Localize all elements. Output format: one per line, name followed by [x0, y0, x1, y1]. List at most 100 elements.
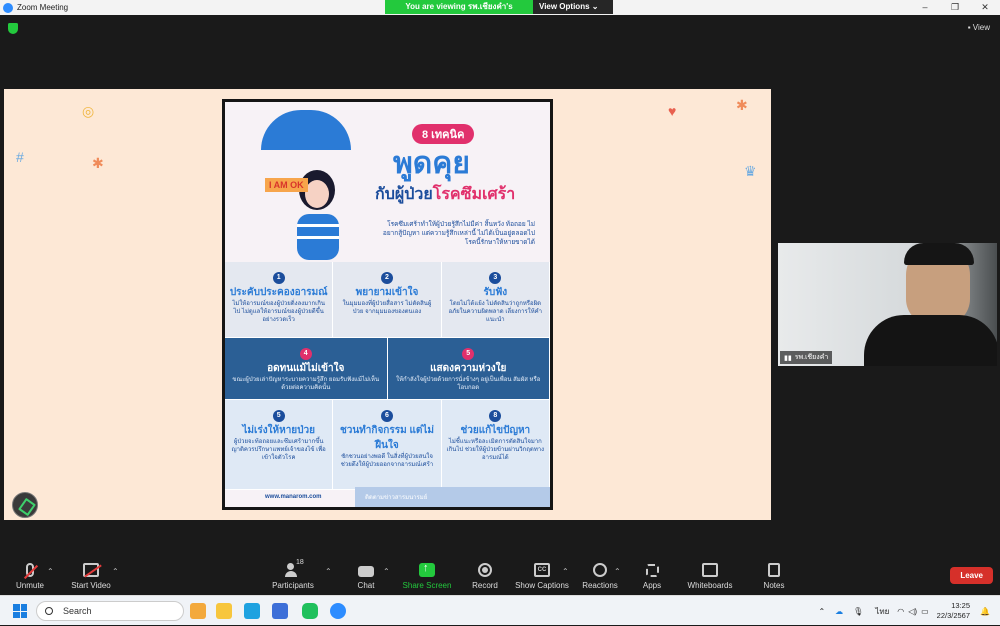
- view-options-button[interactable]: View Options ⌄: [533, 0, 613, 14]
- language-indicator[interactable]: ไทย: [875, 605, 889, 618]
- swirl-icon: ◎: [82, 103, 95, 119]
- record-button[interactable]: Record: [471, 555, 499, 595]
- battery-icon[interactable]: ▭: [921, 607, 929, 616]
- reactions-button[interactable]: Reactions: [582, 555, 618, 595]
- tip-heading: พยายามเข้าใจ: [355, 287, 419, 298]
- reactions-label: Reactions: [582, 581, 618, 590]
- view-button[interactable]: ▪ View: [968, 23, 990, 32]
- annotate-pencil-button[interactable]: [12, 492, 38, 518]
- participant-video[interactable]: ▮▮ รพ.เชียงคำ: [778, 243, 997, 366]
- unmute-button[interactable]: Unmute: [14, 555, 46, 595]
- start-video-button[interactable]: Start Video: [68, 555, 114, 595]
- subtitle-pink: โรคซึมเศร้า: [432, 186, 516, 203]
- tip-card: 1 ประคับประคองอารมณ์ ไม่ให้อารมณ์ของผู้ป่ว…: [225, 262, 334, 338]
- star-icon: ✱: [736, 97, 748, 113]
- tip-card: 2 พยายามเข้าใจในมุมมองที่ผู้ป่วยสื่อสาร ไ…: [333, 262, 442, 338]
- poster-intro: โรคซึมเศร้าทำให้ผู้ป่วยรู้สึกไม่มีค่า สิ…: [382, 221, 535, 246]
- whiteboard-icon: [702, 563, 718, 577]
- whiteboards-button[interactable]: Whiteboards: [686, 555, 734, 595]
- tray-chevron-icon[interactable]: ⌃: [818, 607, 825, 616]
- wifi-icon[interactable]: ◠: [897, 607, 904, 616]
- viewing-banner: You are viewing รพ.เชียงคำ's screen View…: [385, 0, 613, 25]
- notification-bell-icon[interactable]: 🔔: [980, 607, 990, 616]
- apps-button[interactable]: Apps: [640, 555, 664, 595]
- signal-bars-icon: ▮▮: [784, 354, 792, 362]
- restore-button[interactable]: ❐: [940, 0, 970, 15]
- tip-number: 1: [272, 272, 285, 284]
- tip-number: 2: [380, 272, 393, 284]
- windows-taskbar: Search ⌃ ☁ 🎙 ไทย ◠ ◁) ▭ 13:25 22/3/2567 …: [0, 595, 1000, 625]
- tips-row: 5 ไม่เร่งให้หายป่วยผู้ป่วยจะท้อถอยและซึมเ…: [225, 400, 550, 490]
- chat-icon: [358, 566, 374, 577]
- security-shield-icon[interactable]: [8, 23, 18, 34]
- copilot-icon[interactable]: [190, 603, 206, 619]
- minimize-button[interactable]: –: [910, 0, 940, 15]
- notes-icon: [768, 563, 780, 577]
- participant-name: รพ.เชียงคำ: [794, 354, 829, 361]
- tip-number: 5: [272, 410, 285, 422]
- captions-caret-icon[interactable]: ⌃: [562, 567, 569, 576]
- record-label: Record: [472, 581, 498, 590]
- chat-button[interactable]: Chat: [352, 555, 380, 595]
- poster-website: www.manarom.com: [265, 494, 322, 500]
- show-captions-button[interactable]: CC Show Captions: [515, 555, 569, 595]
- tip-number: 4: [299, 348, 312, 360]
- system-tray: ⌃ ☁ 🎙 ไทย ◠ ◁) ▭ 13:25 22/3/2567 🔔: [818, 596, 990, 626]
- meeting-topbar: ▪ View: [0, 15, 1000, 43]
- participants-label: Participants: [272, 581, 314, 590]
- microphone-icon[interactable]: 🎙: [853, 607, 863, 616]
- whiteboards-label: Whiteboards: [687, 581, 733, 590]
- window-controls: – ❐ ✕: [910, 0, 1000, 15]
- windows-start-icon[interactable]: [13, 604, 27, 618]
- captions-cc-icon: CC: [534, 563, 550, 577]
- zoom-taskbar-icon[interactable]: [330, 603, 346, 619]
- chat-label: Chat: [357, 581, 375, 590]
- tip-card: 5 แสดงความห่วงใย ให้กำลังใจผู้ป่วยด้วยการน…: [387, 338, 550, 400]
- poster-title: พูดคุย: [393, 147, 470, 180]
- tip-number: 6: [380, 410, 393, 422]
- video-options-caret-icon[interactable]: ⌃: [112, 567, 119, 576]
- unmute-label: Unmute: [15, 581, 44, 590]
- tip-heading: ช่วยแก้ไขปัญหา: [460, 425, 531, 436]
- tips-grid: 1 ประคับประคองอารมณ์ ไม่ให้อารมณ์ของผู้ป่ว…: [225, 262, 550, 490]
- chat-caret-icon[interactable]: ⌃: [383, 567, 390, 576]
- taskbar-clock[interactable]: 13:25 22/3/2567: [937, 601, 970, 621]
- poster: I AM OK 8 เทคนิค พูดคุย กับผู้ป่วยโรคซึม…: [222, 99, 553, 510]
- participants-button[interactable]: 18 Participants: [270, 555, 316, 595]
- taskbar-search[interactable]: Search: [36, 601, 184, 621]
- tip-body: ผู้ป่วยจะท้อถอยและซึมเศร้ามากขึ้น ญาติคว…: [231, 439, 326, 461]
- apps-label: Apps: [642, 581, 662, 590]
- notes-button[interactable]: Notes: [762, 555, 786, 595]
- viewing-text: You are viewing รพ.เชียงคำ's screen: [385, 0, 533, 25]
- onedrive-icon[interactable]: ☁: [835, 607, 843, 616]
- audio-options-caret-icon[interactable]: ⌃: [47, 567, 54, 576]
- tips-row: 4 อดทนแม้ไม่เข้าใจขณะผู้ป่วยเล่าปัญหาระบา…: [225, 338, 550, 400]
- leave-button[interactable]: Leave: [950, 567, 993, 584]
- tip-number: 3: [489, 272, 502, 284]
- tip-card: 5 ไม่เร่งให้หายป่วยผู้ป่วยจะท้อถอยและซึมเ…: [225, 400, 334, 490]
- reactions-caret-icon[interactable]: ⌃: [614, 567, 621, 576]
- share-screen-button[interactable]: Share Screen: [402, 555, 452, 595]
- store-icon[interactable]: [272, 603, 288, 619]
- edge-browser-icon[interactable]: [244, 603, 260, 619]
- meeting-toolbar: Unmute ⌃ Start Video ⌃ 18 Participants ⌃…: [0, 555, 1000, 595]
- file-explorer-icon[interactable]: [216, 603, 232, 619]
- tip-heading: อดทนแม้ไม่เข้าใจ: [267, 363, 345, 374]
- line-app-icon[interactable]: [302, 603, 318, 619]
- close-button[interactable]: ✕: [970, 0, 1000, 15]
- participants-caret-icon[interactable]: ⌃: [325, 567, 332, 576]
- crown-icon: ♛: [744, 163, 757, 179]
- tip-body: ขณะผู้ป่วยเล่าปัญหาระบายความรู้สึก ยอมรั…: [232, 377, 380, 391]
- tip-heading: ประคับประคองอารมณ์: [229, 287, 328, 298]
- tip-heading: ไม่เร่งให้หายป่วย: [242, 425, 315, 436]
- notes-label: Notes: [763, 581, 785, 590]
- tip-body: โดยไม่โต้แย้ง ไม่ตัดสินว่าถูกหรือผิด อภั…: [448, 301, 543, 323]
- search-placeholder: Search: [63, 606, 92, 616]
- volume-icon[interactable]: ◁): [908, 607, 917, 616]
- tip-body: ในมุมมองที่ผู้ป่วยสื่อสาร ไม่ตัดสินผู้ป่…: [342, 301, 432, 315]
- participant-body: [864, 315, 997, 366]
- tip-card: 4 อดทนแม้ไม่เข้าใจขณะผู้ป่วยเล่าปัญหาระบา…: [225, 338, 388, 400]
- tip-body: ไม่ชี้แนะหรือละเมิดการตัดสินใจมากเกินไป …: [446, 439, 545, 461]
- tip-number: 5: [462, 348, 475, 360]
- reactions-icon: [593, 563, 607, 577]
